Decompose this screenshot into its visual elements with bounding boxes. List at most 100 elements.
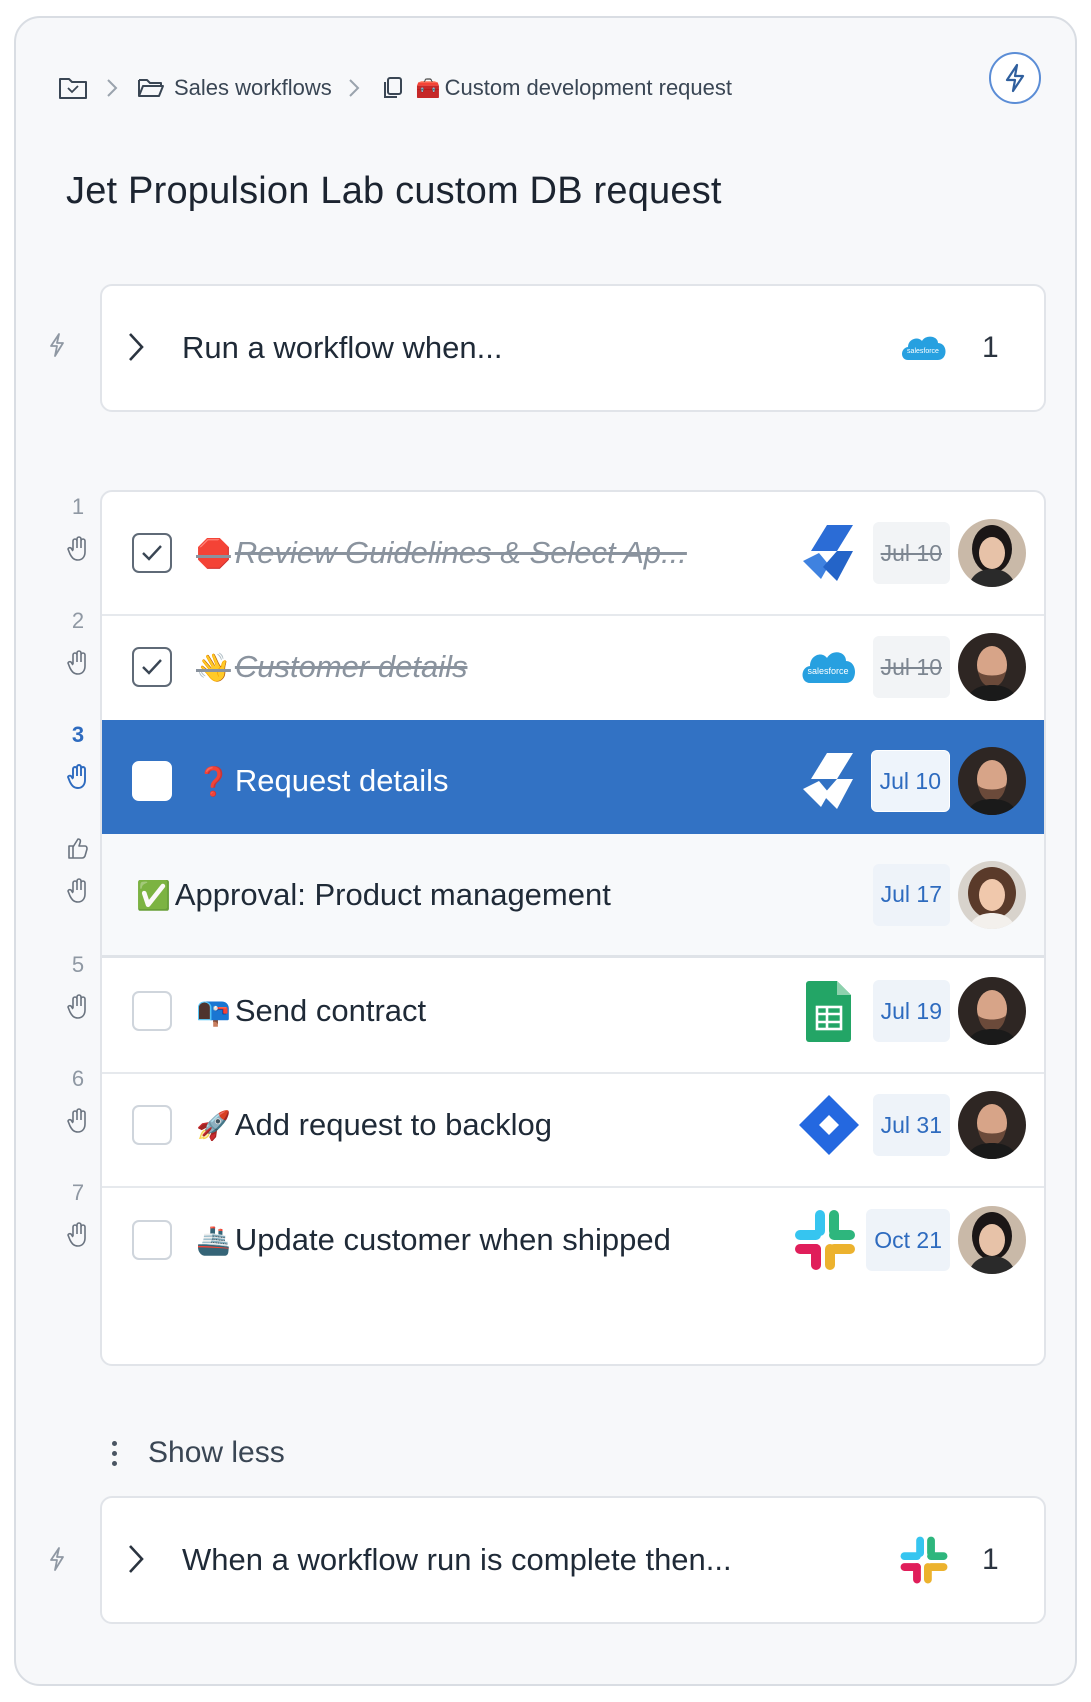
hand-icon[interactable]: [56, 1222, 100, 1248]
trigger-end-label: When a workflow run is complete then...: [182, 1542, 732, 1577]
step-label-text: Send contract: [234, 993, 427, 1028]
avatar[interactable]: [958, 519, 1026, 587]
jira-service-management-icon: [794, 746, 864, 816]
step-checkbox[interactable]: [132, 647, 172, 687]
step-emoji: 👋: [196, 652, 231, 683]
step-number: 5: [71, 952, 85, 977]
avatar[interactable]: [958, 860, 1026, 929]
checkmark-icon: [142, 659, 162, 675]
lightning-icon: [50, 1547, 64, 1571]
toolbox-emoji: 🧰: [415, 78, 441, 100]
hand-icon[interactable]: [56, 764, 100, 790]
step-label: ✅ Approval: Product management: [136, 877, 611, 913]
due-date-badge[interactable]: Jul 10: [872, 636, 950, 698]
step-label: 🛑 Review Guidelines & Select Ap...: [196, 535, 687, 571]
step-label: 📭 Send contract: [196, 993, 426, 1029]
avatar[interactable]: [958, 977, 1026, 1045]
step-gutter-5: 5: [56, 952, 100, 1020]
breadcrumb-item-custom-request[interactable]: 🧰 Custom development request: [416, 75, 732, 101]
step-row[interactable]: 👋 Customer details salesforce Jul 10: [102, 606, 1044, 730]
salesforce-icon: salesforce: [898, 326, 950, 370]
show-less-label: Show less: [148, 1436, 285, 1469]
step-label-text: Request details: [234, 763, 449, 798]
step-emoji: 📭: [196, 996, 231, 1027]
step-list: 🛑 Review Guidelines & Select Ap... Jul 10…: [100, 490, 1046, 1366]
due-date-badge[interactable]: Oct 21: [866, 1209, 950, 1271]
step-label-text: Update customer when shipped: [234, 1222, 671, 1257]
step-gutter-1: 1: [56, 494, 100, 562]
hand-icon[interactable]: [56, 650, 100, 676]
trigger-start-card[interactable]: Run a workflow when... salesforce 1: [100, 284, 1046, 412]
step-label-text: Add request to backlog: [234, 1107, 552, 1142]
chevron-right-icon: [332, 78, 376, 98]
step-checkbox[interactable]: [132, 1220, 172, 1260]
lightning-icon: [50, 333, 64, 357]
step-gutter-approval: [56, 836, 100, 904]
thumbs-up-icon: [56, 836, 100, 866]
step-number: 2: [71, 608, 85, 633]
hand-icon[interactable]: [56, 878, 100, 904]
lightning-icon: [1005, 63, 1025, 93]
jira-software-icon: [794, 1090, 864, 1160]
jira-service-management-icon: [794, 518, 864, 588]
avatar[interactable]: [958, 1091, 1026, 1159]
trigger-end-card[interactable]: When a workflow run is complete then... …: [100, 1496, 1046, 1624]
lightning-button[interactable]: [989, 52, 1041, 104]
due-date-badge[interactable]: Jul 10: [872, 522, 950, 584]
breadcrumb: Sales workflows 🧰 Custom development requ…: [56, 70, 732, 106]
step-number: 7: [71, 1180, 85, 1205]
step-checkbox[interactable]: [132, 1105, 172, 1145]
step-label-text: Approval: Product management: [174, 876, 611, 912]
step-gutter-7: 7: [56, 1180, 100, 1248]
breadcrumb-item-sales-workflows[interactable]: Sales workflows: [174, 75, 332, 101]
step-emoji: ✅: [136, 879, 171, 911]
step-row[interactable]: ❓ Request details Jul 10: [102, 720, 1044, 844]
step-label-text: Review Guidelines & Select Ap...: [234, 535, 687, 570]
chevron-right-icon[interactable]: [126, 1542, 146, 1576]
step-label: 👋 Customer details: [196, 649, 467, 685]
hand-icon[interactable]: [56, 994, 100, 1020]
step-checkbox[interactable]: [132, 761, 172, 801]
step-emoji: 🚀: [196, 1110, 231, 1141]
avatar[interactable]: [958, 1206, 1026, 1274]
step-row[interactable]: 🛑 Review Guidelines & Select Ap... Jul 10: [102, 492, 1044, 616]
step-emoji: 🛑: [196, 538, 231, 569]
due-date-badge[interactable]: Jul 17: [872, 863, 950, 926]
slack-icon: [898, 1536, 950, 1584]
due-date-badge[interactable]: Jul 10: [870, 750, 950, 812]
due-date-badge[interactable]: Jul 19: [872, 980, 950, 1042]
due-date-badge[interactable]: Jul 31: [872, 1094, 950, 1156]
step-label: ❓ Request details: [196, 763, 449, 799]
hand-icon[interactable]: [56, 1108, 100, 1134]
folder-icon[interactable]: [56, 73, 90, 103]
show-less-button[interactable]: Show less: [108, 1436, 285, 1470]
trigger-start-label: Run a workflow when...: [182, 330, 503, 365]
step-gutter-3: 3: [56, 722, 100, 790]
step-number: 6: [71, 1066, 85, 1091]
chevron-right-icon[interactable]: [126, 330, 146, 364]
step-emoji: 🚢: [196, 1225, 231, 1256]
salesforce-icon: salesforce: [794, 632, 864, 702]
step-label-text: Customer details: [234, 649, 468, 684]
trigger-start-count: 1: [982, 331, 999, 364]
slack-icon: [790, 1205, 860, 1275]
step-row[interactable]: 🚢 Update customer when shipped Oct 21: [102, 1178, 1044, 1302]
page-title: Jet Propulsion Lab custom DB request: [66, 170, 722, 212]
step-row[interactable]: 🚀 Add request to backlog Jul 31: [102, 1064, 1044, 1188]
approval-row[interactable]: ✅ Approval: Product management Jul 17: [102, 834, 1044, 958]
more-vertical-icon: [108, 1440, 120, 1466]
breadcrumb-item-label: Custom development request: [444, 75, 732, 100]
step-label: 🚀 Add request to backlog: [196, 1107, 552, 1143]
google-sheets-icon: [794, 976, 864, 1046]
step-row[interactable]: 📭 Send contract Jul 19: [102, 950, 1044, 1074]
workflow-panel: Sales workflows 🧰 Custom development requ…: [14, 16, 1077, 1686]
svg-text:salesforce: salesforce: [907, 348, 939, 355]
avatar[interactable]: [958, 747, 1026, 815]
step-checkbox[interactable]: [132, 533, 172, 573]
trigger-end-count: 1: [982, 1543, 999, 1576]
step-gutter-2: 2: [56, 608, 100, 676]
step-checkbox[interactable]: [132, 991, 172, 1031]
hand-icon[interactable]: [56, 536, 100, 562]
folder-open-icon: [134, 73, 168, 103]
avatar[interactable]: [958, 633, 1026, 701]
